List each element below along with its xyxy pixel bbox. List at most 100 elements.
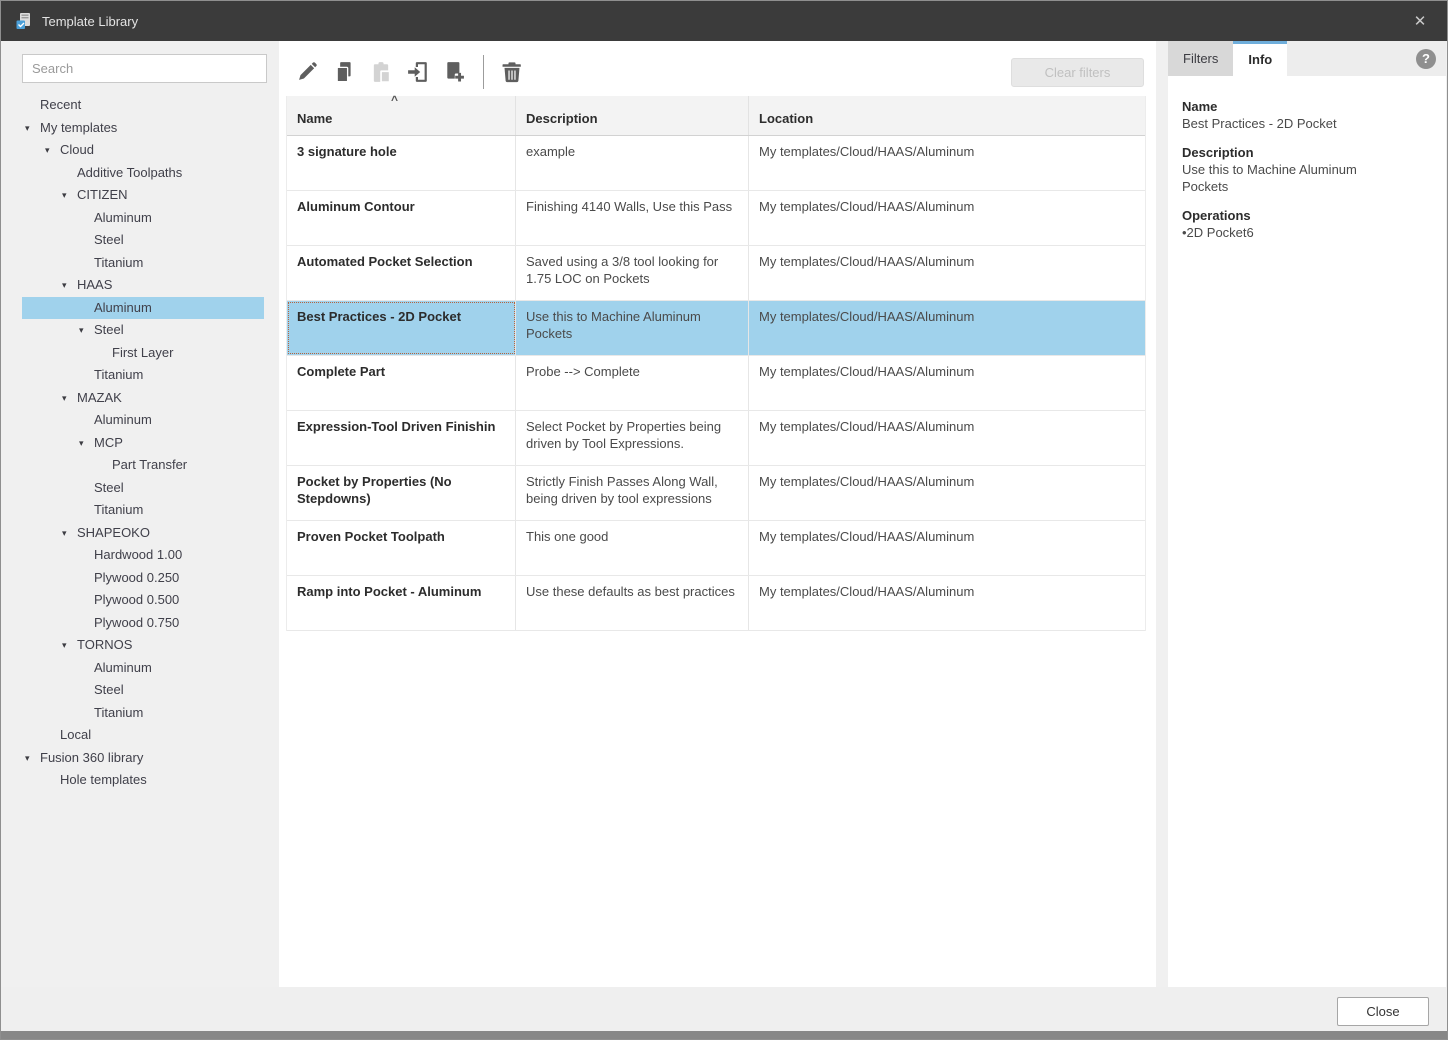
tree-item-my-templates[interactable]: ▾ My templates [2,117,279,140]
cell-description[interactable]: Select Pocket by Properties being driven… [516,411,749,465]
table-row[interactable]: Pocket by Properties (No Stepdowns) Stric… [287,466,1145,521]
tree-item-steel[interactable]: ▾ Steel [2,319,279,342]
tree-item-titanium[interactable]: Titanium [2,364,279,387]
tree-item-fusion-360-library[interactable]: ▾ Fusion 360 library [2,747,279,770]
tree-item-steel[interactable]: Steel [2,679,279,702]
tree-item-titanium[interactable]: Titanium [2,702,279,725]
tree-item-mcp[interactable]: ▾ MCP [2,432,279,455]
dialog-title: Template Library [42,13,139,29]
search-input[interactable] [22,54,267,83]
tree-expand-icon[interactable]: ▾ [79,432,84,455]
tree-item-shapeoko[interactable]: ▾ SHAPEOKO [2,522,279,545]
column-header-description[interactable]: Description [516,96,749,135]
tree-item-steel[interactable]: Steel [2,477,279,500]
tree-item-recent[interactable]: Recent [2,94,279,117]
tree-item-cloud[interactable]: ▾ Cloud [2,139,279,162]
cell-location[interactable]: My templates/Cloud/HAAS/Aluminum [749,136,1145,190]
tree-item-additive-toolpaths[interactable]: Additive Toolpaths [2,162,279,185]
tree-expand-icon[interactable]: ▾ [25,747,30,770]
table-row[interactable]: 3 signature hole example My templates/Clou… [287,136,1145,191]
tab-filters[interactable]: Filters [1168,41,1234,76]
cell-description[interactable]: Strictly Finish Passes Along Wall, being… [516,466,749,520]
template-table: ^ Name Description Location 3 signature … [286,93,1146,631]
tree-item-aluminum[interactable]: Aluminum [22,296,264,319]
cell-name[interactable]: 3 signature hole [287,136,516,190]
tree-expand-icon[interactable]: ▾ [62,387,67,410]
tree-item-aluminum[interactable]: Aluminum [2,409,279,432]
tree-expand-icon[interactable]: ▾ [62,522,67,545]
cell-location[interactable]: My templates/Cloud/HAAS/Aluminum [749,411,1145,465]
tree-item-steel[interactable]: Steel [2,229,279,252]
table-row[interactable]: Complete Part Probe --> Complete My templa… [287,356,1145,411]
cell-description[interactable]: example [516,136,749,190]
tree-expand-icon[interactable]: ▾ [45,139,50,162]
tree-item-label: Steel [94,682,124,697]
tree-item-label: Plywood 0.250 [94,569,180,585]
tree-expand-icon[interactable]: ▾ [25,117,30,140]
column-header-name[interactable]: Name [287,96,516,135]
tree-item-hardwood-1-00[interactable]: Hardwood 1.00 [2,544,279,567]
cell-description[interactable]: Finishing 4140 Walls, Use this Pass [516,191,749,245]
cell-name[interactable]: Automated Pocket Selection [287,246,516,300]
cell-description[interactable]: Probe --> Complete [516,356,749,410]
table-row[interactable]: Aluminum Contour Finishing 4140 Walls, Us… [287,191,1145,246]
copy-icon[interactable] [332,60,356,84]
cell-name[interactable]: Proven Pocket Toolpath [287,521,516,575]
folder-tree: Recent ▾ My templates ▾ Cloud Additive Toolpa… [2,94,279,792]
cell-location[interactable]: My templates/Cloud/HAAS/Aluminum [749,521,1145,575]
tree-expand-icon[interactable]: ▾ [79,319,84,342]
main-area: Clear filters ^ Name Description Locatio… [279,41,1156,987]
tree-item-plywood-0-250[interactable]: Plywood 0.250 [2,567,279,590]
cell-description[interactable]: Use this to Machine Aluminum Pockets [516,301,749,355]
cell-description[interactable]: Use these defaults as best practices [516,576,749,630]
table-row[interactable]: Ramp into Pocket - Aluminum Use these def… [287,576,1145,631]
tree-item-aluminum[interactable]: Aluminum [2,657,279,680]
tree-item-plywood-0-500[interactable]: Plywood 0.500 [2,589,279,612]
cell-name[interactable]: Complete Part [287,356,516,410]
cell-location[interactable]: My templates/Cloud/HAAS/Aluminum [749,301,1145,355]
cell-name[interactable]: Pocket by Properties (No Stepdowns) [287,466,516,520]
cell-location[interactable]: My templates/Cloud/HAAS/Aluminum [749,356,1145,410]
tree-item-haas[interactable]: ▾ HAAS [2,274,279,297]
info-description-value: Use this to Machine Aluminum Pockets [1182,162,1357,194]
table-row[interactable]: Expression-Tool Driven Finishin Select Po… [287,411,1145,466]
import-icon[interactable] [406,60,430,84]
cell-description[interactable]: Saved using a 3/8 tool looking for 1.75 … [516,246,749,300]
tree-item-titanium[interactable]: Titanium [2,499,279,522]
table-row[interactable]: Best Practices - 2D Pocket Use this to Ma… [287,301,1145,356]
tree-item-titanium[interactable]: Titanium [2,252,279,275]
column-header-location[interactable]: Location [749,96,1145,135]
tree-item-citizen[interactable]: ▾ CITIZEN [2,184,279,207]
cell-location[interactable]: My templates/Cloud/HAAS/Aluminum [749,191,1145,245]
tree-expand-icon[interactable]: ▾ [62,634,67,657]
tree-expand-icon[interactable]: ▾ [62,274,67,297]
tab-info[interactable]: Info [1233,41,1288,76]
tree-item-hole-templates[interactable]: Hole templates [2,769,279,792]
tree-item-part-transfer[interactable]: Part Transfer [2,454,279,477]
cell-location[interactable]: My templates/Cloud/HAAS/Aluminum [749,576,1145,630]
cell-location[interactable]: My templates/Cloud/HAAS/Aluminum [749,246,1145,300]
tree-item-label: Additive Toolpaths [77,164,183,180]
help-icon[interactable]: ? [1416,49,1436,69]
cell-name[interactable]: Expression-Tool Driven Finishin [287,411,516,465]
cell-description[interactable]: This one good [516,521,749,575]
tree-item-aluminum[interactable]: Aluminum [2,207,279,230]
tree-item-first-layer[interactable]: First Layer [2,342,279,365]
tree-item-mazak[interactable]: ▾ MAZAK [2,387,279,410]
cell-location[interactable]: My templates/Cloud/HAAS/Aluminum [749,466,1145,520]
tree-item-label: Plywood 0.500 [94,592,180,607]
tree-item-local[interactable]: Local [2,724,279,747]
tree-item-tornos[interactable]: ▾ TORNOS [2,634,279,657]
close-icon[interactable]: ✕ [1407,12,1433,30]
cell-name[interactable]: Ramp into Pocket - Aluminum [287,576,516,630]
tree-item-plywood-0-750[interactable]: Plywood 0.750 [2,612,279,635]
export-icon[interactable] [443,60,467,84]
delete-icon[interactable] [500,60,524,84]
edit-icon[interactable] [295,60,319,84]
cell-name[interactable]: Aluminum Contour [287,191,516,245]
tree-expand-icon[interactable]: ▾ [62,184,67,207]
cell-name[interactable]: Best Practices - 2D Pocket [287,301,516,355]
table-row[interactable]: Proven Pocket Toolpath This one good My te… [287,521,1145,576]
close-button[interactable]: Close [1337,997,1429,1026]
table-row[interactable]: Automated Pocket Selection Saved using a … [287,246,1145,301]
